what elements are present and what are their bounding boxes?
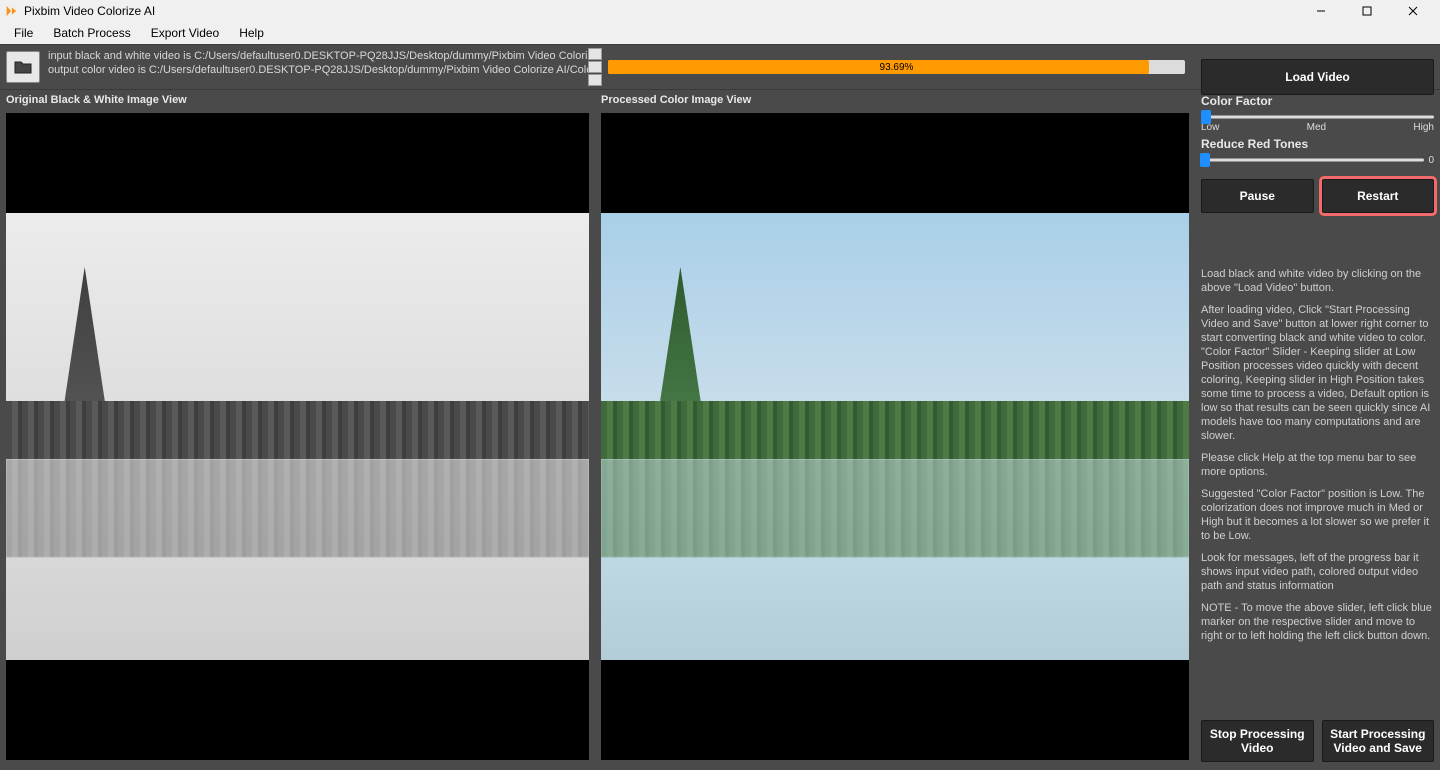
start-processing-button[interactable]: Start Processing Video and Save: [1322, 720, 1435, 762]
progress-bar: 93.69%: [608, 60, 1185, 74]
original-image-view: [6, 113, 589, 760]
pause-button[interactable]: Pause: [1201, 179, 1314, 213]
minimize-button[interactable]: [1298, 0, 1344, 22]
app-icon: [4, 4, 18, 18]
scroll-down-icon[interactable]: [588, 74, 602, 86]
color-factor-slider[interactable]: [1201, 110, 1434, 124]
processed-pane-title: Processed Color Image View: [595, 90, 1195, 110]
bw-scene-placeholder: [6, 213, 589, 659]
right-sidebar: Color Factor Low Med High Reduce Red Ton…: [1195, 90, 1440, 770]
color-scene-placeholder: [601, 213, 1189, 659]
close-button[interactable]: [1390, 0, 1436, 22]
open-file-button[interactable]: [6, 51, 40, 83]
titlebar: Pixbim Video Colorize AI: [0, 0, 1440, 22]
log-line-2: output color video is C:/Users/defaultus…: [48, 63, 598, 77]
reduce-red-slider[interactable]: [1201, 153, 1424, 167]
menu-batch[interactable]: Batch Process: [43, 24, 140, 42]
processed-image-view: [601, 113, 1189, 760]
scroll-up-icon[interactable]: [588, 48, 602, 60]
log-line-1: input black and white video is C:/Users/…: [48, 49, 598, 63]
log-scrollbar[interactable]: [588, 47, 602, 87]
maximize-button[interactable]: [1344, 0, 1390, 22]
help-p2: After loading video, Click "Start Proces…: [1201, 303, 1434, 443]
progress-percent: 93.69%: [608, 60, 1185, 74]
reduce-red-value: 0: [1428, 155, 1434, 166]
processed-pane: Processed Color Image View: [595, 90, 1195, 770]
stop-processing-button[interactable]: Stop Processing Video: [1201, 720, 1314, 762]
color-factor-label: Color Factor: [1201, 94, 1434, 108]
help-p6: NOTE - To move the above slider, left cl…: [1201, 601, 1434, 643]
original-pane: Original Black & White Image View: [0, 90, 595, 770]
help-p3: Please click Help at the top menu bar to…: [1201, 451, 1434, 479]
log-box: input black and white video is C:/Users/…: [44, 47, 602, 87]
content: Original Black & White Image View Proces…: [0, 90, 1440, 770]
original-pane-title: Original Black & White Image View: [0, 90, 595, 110]
menu-help[interactable]: Help: [229, 24, 274, 42]
folder-icon: [14, 60, 32, 74]
menu-export[interactable]: Export Video: [141, 24, 230, 42]
help-p5: Look for messages, left of the progress …: [1201, 551, 1434, 593]
help-p4: Suggested "Color Factor" position is Low…: [1201, 487, 1434, 543]
reduce-red-label: Reduce Red Tones: [1201, 137, 1434, 151]
help-text: Load black and white video by clicking o…: [1201, 267, 1434, 651]
progress-wrap: 93.69%: [602, 45, 1195, 89]
menubar: File Batch Process Export Video Help: [0, 22, 1440, 44]
restart-button[interactable]: Restart: [1322, 179, 1435, 213]
top-strip: input black and white video is C:/Users/…: [0, 44, 1440, 90]
help-p1: Load black and white video by clicking o…: [1201, 267, 1434, 295]
menu-file[interactable]: File: [4, 24, 43, 42]
app-title: Pixbim Video Colorize AI: [24, 4, 155, 18]
scroll-thumb[interactable]: [588, 61, 602, 73]
